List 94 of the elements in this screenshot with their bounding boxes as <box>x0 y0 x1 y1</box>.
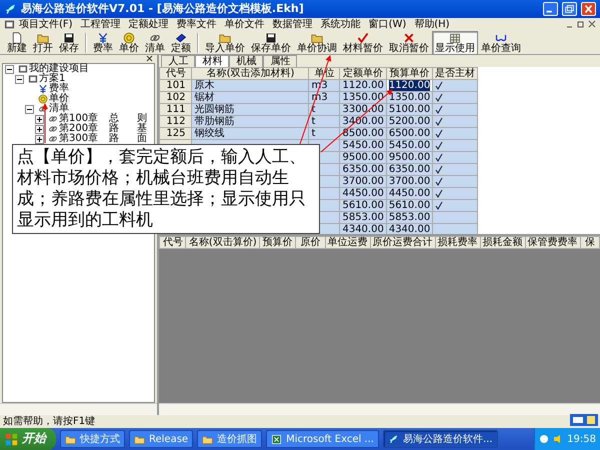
tree-item-text: 面 <box>137 134 148 144</box>
annotation-callout: 点【单价】，套完定额后，输入人工、材料市场价格；机械台班费用自动生成；养路费在属性里选择；显示使用只显示用到的工料机 <box>12 144 320 234</box>
table-cell: 5610.00 <box>386 200 433 212</box>
column-header[interactable]: 原价运费合计 <box>370 236 436 248</box>
menu-item[interactable]: 数据管理 <box>268 19 317 30</box>
tree-item-text: 路 <box>109 124 120 134</box>
clock: 19:58 <box>567 434 596 444</box>
tree-item-text: 总 <box>109 114 120 124</box>
tree-item[interactable]: 单价 <box>48 94 70 104</box>
column-header[interactable]: 名称(双击算价) <box>186 236 260 248</box>
row-header: 101 <box>160 80 192 92</box>
table-cell: 5450.00 <box>386 140 433 152</box>
table-cell: 9500.00 <box>340 152 386 164</box>
toolbar-button[interactable]: 取消暂价 <box>386 30 432 54</box>
tree-item[interactable]: 第200章 <box>58 124 100 134</box>
column-header[interactable]: 损耗费率 <box>435 236 480 248</box>
column-header[interactable]: 保 <box>580 236 600 248</box>
column-header[interactable]: 定额单价 <box>340 68 386 80</box>
toolbar-button[interactable]: 单价 <box>116 30 142 54</box>
toolbar-button[interactable]: 单价查询 <box>478 30 524 54</box>
tab[interactable]: 机械 <box>229 55 264 67</box>
table-cell: 原木 <box>192 80 309 92</box>
table-cell: 带肋钢筋 <box>192 116 309 128</box>
table-cell: 5610.00 <box>340 200 386 212</box>
toolbar-button[interactable]: 定额 <box>168 30 194 54</box>
table-cell: 6500.00 <box>386 128 433 140</box>
table-cell: 5200.00 <box>386 116 433 128</box>
table-cell: 锯材 <box>192 92 309 104</box>
menu-item[interactable]: 费率文件 <box>172 19 221 30</box>
window-title: 易海公路造价软件V7.01 - [易海公路造价文档模板.Ekh] <box>21 2 304 16</box>
toolbar-button[interactable]: 新建 <box>4 30 30 54</box>
table-cell: 5100.00 <box>386 104 433 116</box>
table-cell: 光圆钢筋 <box>192 104 309 116</box>
toolbar-button[interactable]: 费率 <box>90 30 116 54</box>
table-cell: 5450.00 <box>340 140 386 152</box>
column-header[interactable]: 名称(双击添加材料) <box>192 68 309 80</box>
menu-item[interactable]: 系统功能 <box>316 19 365 30</box>
menu-item[interactable]: 项目文件(F) <box>15 19 77 30</box>
table-cell: 钢绞线 <box>192 128 309 140</box>
table-cell: 3700.00 <box>340 176 386 188</box>
tree-item[interactable]: 我的建设项目 <box>28 64 90 74</box>
column-header[interactable]: 代号 <box>160 236 186 248</box>
table-cell: 4450.00 <box>386 188 433 200</box>
table-cell: 3700.00 <box>386 176 433 188</box>
table-cell: 1120.00 <box>340 80 386 92</box>
tree-item[interactable]: 清单 <box>48 104 70 114</box>
tree-item[interactable]: 第300章 <box>58 134 100 144</box>
tab[interactable]: 材料 <box>195 55 230 67</box>
start-button[interactable]: 开始 <box>0 428 56 450</box>
toolbar-button[interactable]: 保存 <box>56 30 82 54</box>
tree-item[interactable]: 方案1 <box>38 74 66 84</box>
menu-item[interactable]: 工程管理 <box>76 19 125 30</box>
column-header[interactable]: 单位运费 <box>325 236 370 248</box>
taskbar-button[interactable]: Microsoft Excel ... <box>266 430 379 448</box>
table-cell: 4450.00 <box>340 188 386 200</box>
toolbar-button[interactable]: 打开 <box>30 30 56 54</box>
taskbar-button[interactable]: 易海公路造价软件... <box>382 430 498 448</box>
column-header[interactable]: 预算价 <box>260 236 296 248</box>
toolbar-button[interactable]: 单价协调 <box>294 30 340 54</box>
tree-item-text: 基 <box>137 124 148 134</box>
tree-item[interactable]: 费率 <box>48 84 70 94</box>
taskbar-button[interactable]: 快捷方式 <box>60 430 125 448</box>
toolbar-button[interactable]: 保存单价 <box>248 30 294 54</box>
taskbar-button[interactable]: 造价抓图 <box>197 430 262 448</box>
row-header: 125 <box>160 128 192 140</box>
row-header: 102 <box>160 92 192 104</box>
table-cell: 5853.00 <box>340 212 386 224</box>
row-header: 111 <box>160 104 192 116</box>
column-header[interactable]: 代号 <box>160 68 192 80</box>
menu-item[interactable]: 帮助(H) <box>410 19 454 30</box>
status-text: 如需帮助，请按F1键 <box>3 416 96 427</box>
tab[interactable]: 属性 <box>263 55 298 67</box>
toolbar-button[interactable]: 导入单价 <box>202 30 248 54</box>
column-header[interactable]: 预算单价 <box>386 68 433 80</box>
menu-item[interactable]: 定额处理 <box>124 19 173 30</box>
table-cell: 9500.00 <box>386 152 433 164</box>
toolbar-button[interactable]: 材料暂价 <box>340 30 386 54</box>
table-cell: 6350.00 <box>340 164 386 176</box>
tree-item[interactable]: 第100章 <box>58 114 100 124</box>
column-header[interactable]: 保管费费率 <box>525 236 580 248</box>
column-header[interactable]: 原价 <box>296 236 326 248</box>
row-header: 112 <box>160 116 192 128</box>
taskbar-button[interactable]: Release <box>129 430 194 448</box>
tree-item-text: 则 <box>137 114 148 124</box>
menu-item[interactable]: 窗口(W) <box>364 19 410 30</box>
toolbar-button[interactable]: 清单 <box>142 30 168 54</box>
column-header[interactable]: 是否主材 <box>432 68 478 80</box>
table-cell: 5853.00 <box>386 212 433 224</box>
tab[interactable]: 人工 <box>161 55 196 67</box>
column-header[interactable]: 损耗金额 <box>480 236 526 248</box>
tree-item-text: 路 <box>109 134 120 144</box>
table-cell: 6350.00 <box>386 164 433 176</box>
menu-item[interactable]: 单价文件 <box>220 19 269 30</box>
toolbar-button[interactable]: 显示使用 <box>432 30 478 54</box>
